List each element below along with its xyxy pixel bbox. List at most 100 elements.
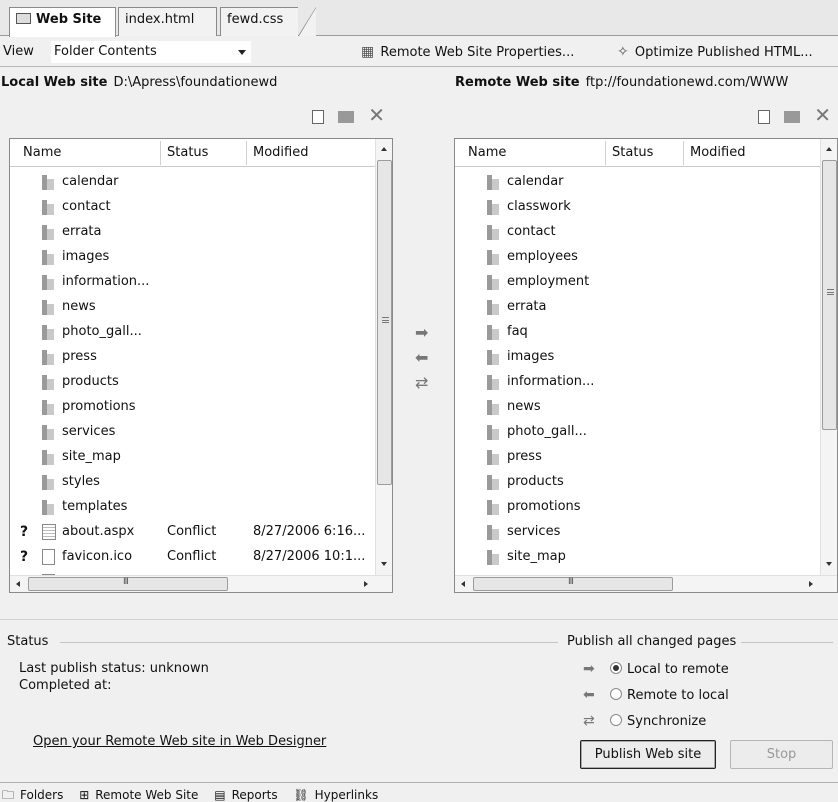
website-icon bbox=[16, 13, 31, 24]
view-select[interactable]: Folder Contents bbox=[51, 41, 251, 63]
folder-icon bbox=[487, 400, 499, 415]
radio-remote-to-local[interactable]: ⬅ Remote to local bbox=[583, 687, 729, 703]
file-row[interactable]: errata bbox=[10, 219, 375, 244]
download-arrow-icon[interactable]: ⬅ bbox=[415, 348, 428, 367]
upload-arrow-icon[interactable]: ➡ bbox=[415, 323, 428, 342]
remote-file-list[interactable]: Name Status Modified calendar classwork co… bbox=[454, 138, 838, 593]
tab-fewd-css[interactable]: fewd.css bbox=[220, 7, 298, 36]
local-file-list[interactable]: Name Status Modified calendar contact erra… bbox=[9, 138, 393, 593]
file-row[interactable]: photo_gall... bbox=[455, 419, 820, 444]
scroll-up-icon[interactable] bbox=[376, 141, 392, 158]
remote-vertical-scrollbar[interactable] bbox=[820, 139, 837, 575]
optimize-html-button[interactable]: ✧ Optimize Published HTML... bbox=[617, 44, 813, 60]
file-row[interactable]: images bbox=[10, 244, 375, 269]
footer-folders[interactable]: 🗀 Folders bbox=[2, 788, 69, 802]
scroll-right-icon[interactable] bbox=[358, 576, 375, 592]
tab-web-site[interactable]: Web Site bbox=[9, 7, 116, 37]
file-name: errata bbox=[507, 299, 547, 314]
file-row[interactable]: ? about.aspx Conflict 8/27/2006 6:16... bbox=[10, 519, 375, 544]
file-row[interactable]: information... bbox=[10, 269, 375, 294]
column-name[interactable]: Name bbox=[468, 145, 506, 160]
local-horizontal-scrollbar[interactable] bbox=[10, 575, 392, 592]
radio-label: Remote to local bbox=[627, 688, 729, 703]
open-remote-site-link[interactable]: Open your Remote Web site in Web Designe… bbox=[33, 734, 326, 749]
file-row[interactable]: calendar bbox=[10, 169, 375, 194]
file-modified: 8/27/2006 6:16... bbox=[253, 524, 366, 539]
column-separator[interactable] bbox=[160, 141, 161, 165]
footer-remote-web-site[interactable]: ⊞ Remote Web Site bbox=[79, 788, 204, 802]
file-row[interactable]: employees bbox=[455, 244, 820, 269]
radio-synchronize[interactable]: ⇄ Synchronize bbox=[583, 713, 706, 729]
file-row[interactable]: news bbox=[455, 394, 820, 419]
local-column-header: Name Status Modified bbox=[10, 139, 375, 167]
radio-button[interactable] bbox=[610, 688, 622, 700]
file-row[interactable]: images bbox=[455, 344, 820, 369]
file-row[interactable]: contact bbox=[10, 194, 375, 219]
file-row[interactable]: styles bbox=[10, 469, 375, 494]
column-name[interactable]: Name bbox=[23, 145, 61, 160]
scroll-left-icon[interactable] bbox=[10, 576, 27, 592]
radio-local-to-remote[interactable]: ➡ Local to remote bbox=[583, 661, 729, 677]
new-folder-icon[interactable] bbox=[784, 111, 801, 123]
file-row[interactable]: press bbox=[455, 444, 820, 469]
new-folder-icon[interactable] bbox=[338, 111, 355, 123]
refresh-page-icon[interactable] bbox=[312, 110, 324, 124]
radio-button-checked[interactable] bbox=[610, 662, 622, 674]
status-question-icon: ? bbox=[20, 549, 29, 565]
status-divider bbox=[60, 642, 558, 643]
column-separator[interactable] bbox=[246, 141, 247, 165]
scroll-thumb[interactable] bbox=[377, 160, 392, 485]
file-row[interactable]: products bbox=[455, 469, 820, 494]
file-row[interactable]: promotions bbox=[455, 494, 820, 519]
remote-properties-button[interactable]: ▦ Remote Web Site Properties... bbox=[361, 44, 574, 60]
column-separator[interactable] bbox=[683, 141, 684, 165]
file-row[interactable]: employment bbox=[455, 269, 820, 294]
file-row[interactable]: press bbox=[10, 344, 375, 369]
refresh-page-icon[interactable] bbox=[758, 110, 770, 124]
file-row[interactable]: templates bbox=[10, 494, 375, 519]
folder-icon bbox=[42, 175, 54, 190]
file-row[interactable]: photo_gall... bbox=[10, 319, 375, 344]
file-row[interactable]: information... bbox=[455, 369, 820, 394]
radio-label: Local to remote bbox=[627, 662, 729, 677]
sync-arrows-icon[interactable]: ⇄ bbox=[415, 373, 428, 392]
file-row[interactable]: classwork bbox=[455, 194, 820, 219]
file-row[interactable]: news bbox=[10, 294, 375, 319]
file-row[interactable]: services bbox=[10, 419, 375, 444]
scroll-down-icon[interactable] bbox=[821, 556, 837, 573]
tab-index-html[interactable]: index.html bbox=[118, 7, 217, 36]
footer-hyperlinks[interactable]: ⛓ Hyperlinks bbox=[293, 788, 384, 802]
folder-icon bbox=[42, 450, 54, 465]
file-row[interactable]: contact bbox=[455, 219, 820, 244]
file-row[interactable]: promotions bbox=[10, 394, 375, 419]
scroll-thumb[interactable] bbox=[822, 160, 837, 430]
publish-web-site-button[interactable]: Publish Web site bbox=[580, 740, 716, 769]
remote-horizontal-scrollbar[interactable] bbox=[455, 575, 837, 592]
optimize-html-label: Optimize Published HTML... bbox=[634, 45, 813, 60]
column-separator[interactable] bbox=[605, 141, 606, 165]
stop-button[interactable]: Stop bbox=[730, 740, 833, 769]
local-vertical-scrollbar[interactable] bbox=[375, 139, 392, 575]
file-row[interactable]: products bbox=[10, 369, 375, 394]
column-modified[interactable]: Modified bbox=[253, 145, 308, 160]
delete-icon[interactable]: ✕ bbox=[814, 105, 831, 125]
file-row[interactable]: calendar bbox=[455, 169, 820, 194]
scroll-left-icon[interactable] bbox=[455, 576, 472, 592]
radio-button[interactable] bbox=[610, 714, 622, 726]
scroll-right-icon[interactable] bbox=[803, 576, 820, 592]
file-row[interactable]: site_map bbox=[10, 444, 375, 469]
delete-icon[interactable]: ✕ bbox=[368, 105, 385, 125]
file-row[interactable]: services bbox=[455, 519, 820, 544]
column-modified[interactable]: Modified bbox=[690, 145, 745, 160]
file-row[interactable]: errata bbox=[455, 294, 820, 319]
scroll-down-icon[interactable] bbox=[376, 556, 392, 573]
column-status[interactable]: Status bbox=[167, 145, 208, 160]
file-row[interactable]: ? favicon.ico Conflict 8/27/2006 10:1... bbox=[10, 544, 375, 569]
scroll-thumb[interactable] bbox=[473, 577, 673, 591]
footer-reports[interactable]: ▤ Reports bbox=[214, 788, 283, 802]
file-row[interactable]: site_map bbox=[455, 544, 820, 569]
scroll-up-icon[interactable] bbox=[821, 141, 837, 158]
file-row[interactable]: faq bbox=[455, 319, 820, 344]
scroll-thumb[interactable] bbox=[28, 577, 228, 591]
column-status[interactable]: Status bbox=[612, 145, 653, 160]
